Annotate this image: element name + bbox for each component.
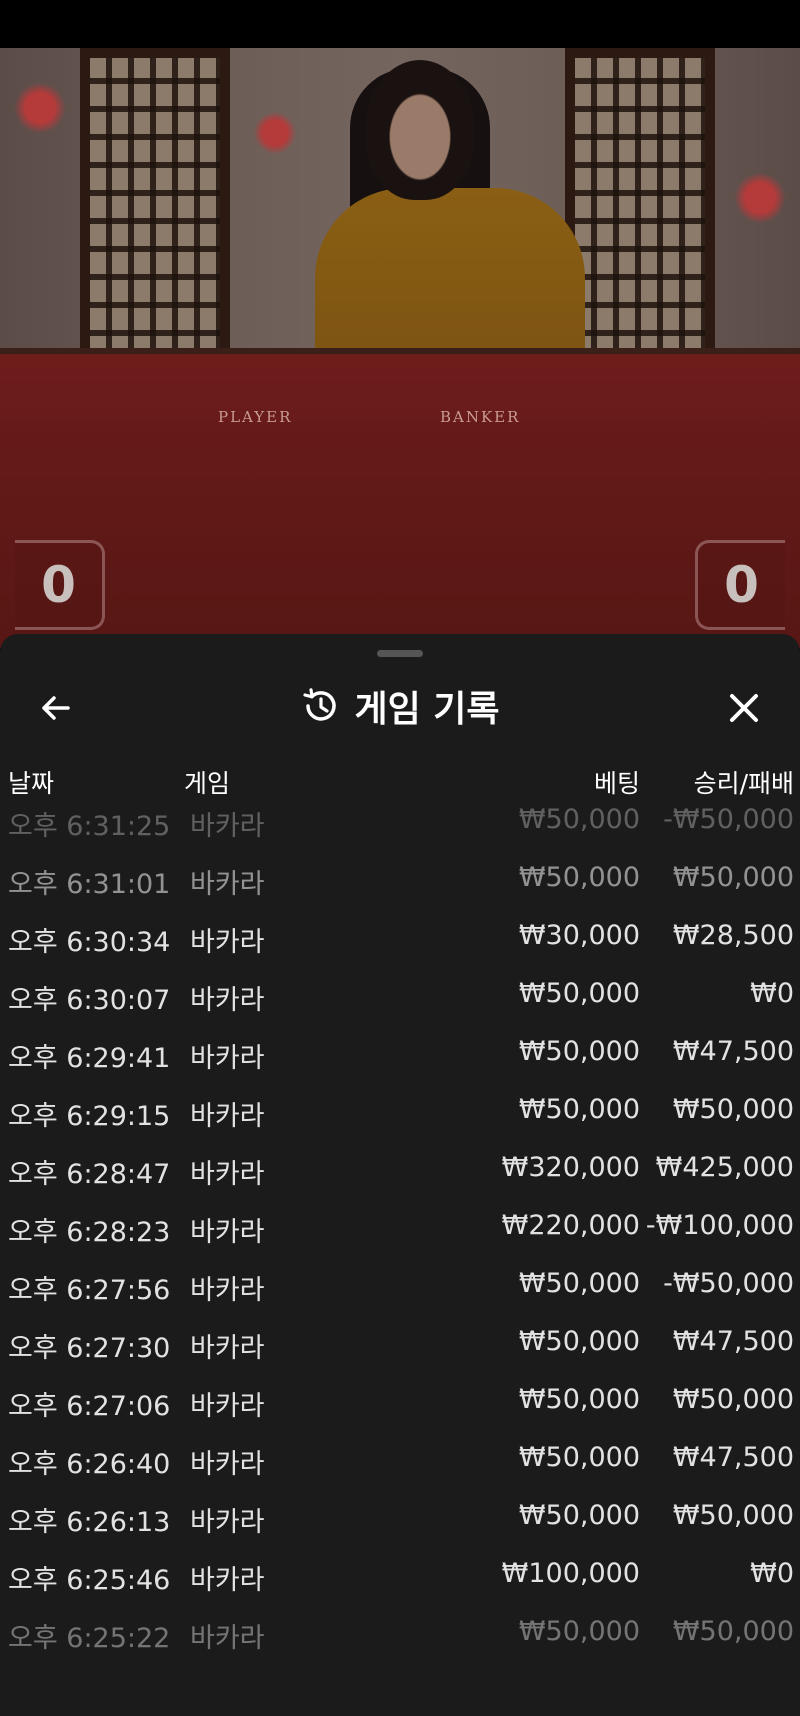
blossom-decoration: [10, 78, 70, 138]
row-bet: ₩50,000: [518, 1500, 640, 1531]
close-icon: [730, 694, 758, 722]
back-button[interactable]: [30, 682, 82, 734]
row-result: ₩0: [750, 1558, 794, 1589]
row-result: ₩425,000: [655, 1152, 794, 1183]
status-bar: [0, 0, 800, 48]
row-bet: ₩50,000: [518, 862, 640, 893]
dealer-head: [365, 60, 475, 200]
table-row[interactable]: 오후 6:29:41 바카라 ₩50,000 ₩47,500: [0, 1024, 800, 1082]
row-result: ₩50,000: [672, 1094, 794, 1125]
row-result: ₩47,500: [672, 1442, 794, 1473]
sheet-drag-handle[interactable]: [377, 650, 423, 657]
row-result: -₩100,000: [645, 1210, 794, 1241]
table-row[interactable]: 오후 6:28:47 바카라 ₩320,000 ₩425,000: [0, 1140, 800, 1198]
table-row[interactable]: 오후 6:27:30 바카라 ₩50,000 ₩47,500: [0, 1314, 800, 1372]
row-game: 바카라: [190, 1391, 265, 1422]
row-game: 바카라: [190, 985, 265, 1016]
row-game: 바카라: [190, 1623, 265, 1654]
row-bet: ₩50,000: [518, 1036, 640, 1067]
row-time: 오후 6:29:15: [8, 1101, 171, 1132]
row-result: ₩47,500: [672, 1036, 794, 1067]
row-game: 바카라: [190, 1275, 265, 1306]
row-game: 바카라: [190, 1507, 265, 1538]
row-bet: ₩50,000: [518, 1094, 640, 1125]
row-time: 오후 6:27:06: [8, 1391, 171, 1422]
row-bet: ₩100,000: [501, 1558, 640, 1589]
row-result: -₩50,000: [663, 804, 794, 835]
sheet-header: 게임 기록: [0, 668, 800, 744]
row-game: 바카라: [190, 1565, 265, 1596]
row-bet: ₩30,000: [518, 920, 640, 951]
table-row[interactable]: 오후 6:25:46 바카라 ₩100,000 ₩0: [0, 1546, 800, 1604]
row-game: 바카라: [190, 1101, 265, 1132]
history-list[interactable]: 오후 6:31:25 바카라 ₩50,000 -₩50,000 오후 6:31:…: [0, 792, 800, 1692]
table-row[interactable]: 오후 6:27:56 바카라 ₩50,000 -₩50,000: [0, 1256, 800, 1314]
game-history-sheet: 게임 기록 날짜 게임 베팅 승리/패배 오후 6:31:25 바카라 ₩50,…: [0, 634, 800, 1716]
row-time: 오후 6:30:07: [8, 985, 171, 1016]
table-row[interactable]: 오후 6:28:23 바카라 ₩220,000 -₩100,000: [0, 1198, 800, 1256]
row-result: -₩50,000: [663, 1268, 794, 1299]
row-time: 오후 6:26:40: [8, 1449, 171, 1480]
arrow-left-icon: [42, 696, 70, 720]
row-bet: ₩50,000: [518, 1268, 640, 1299]
row-bet: ₩50,000: [518, 1384, 640, 1415]
table-row[interactable]: 오후 6:26:13 바카라 ₩50,000 ₩50,000: [0, 1488, 800, 1546]
row-result: ₩0: [750, 978, 794, 1009]
row-result: ₩50,000: [672, 1616, 794, 1647]
blossom-decoration: [730, 168, 790, 228]
row-time: 오후 6:25:22: [8, 1623, 171, 1654]
table-row[interactable]: 오후 6:27:06 바카라 ₩50,000 ₩50,000: [0, 1372, 800, 1430]
row-game: 바카라: [190, 1159, 265, 1190]
row-game: 바카라: [190, 1043, 265, 1074]
row-game: 바카라: [190, 927, 265, 958]
table-row[interactable]: 오후 6:31:01 바카라 ₩50,000 ₩50,000: [0, 850, 800, 908]
blossom-decoration: [250, 108, 300, 158]
table-row[interactable]: 오후 6:26:40 바카라 ₩50,000 ₩47,500: [0, 1430, 800, 1488]
table-row[interactable]: 오후 6:25:22 바카라 ₩50,000 ₩50,000: [0, 1604, 800, 1662]
lattice-screen-left: [80, 48, 230, 368]
table-row[interactable]: 오후 6:30:07 바카라 ₩50,000 ₩0: [0, 966, 800, 1024]
row-bet: ₩50,000: [518, 804, 640, 835]
row-result: ₩47,500: [672, 1326, 794, 1357]
banker-table-label: BANKER: [440, 408, 521, 426]
row-result: ₩50,000: [672, 1384, 794, 1415]
row-game: 바카라: [190, 869, 265, 900]
row-time: 오후 6:30:34: [8, 927, 171, 958]
row-time: 오후 6:31:01: [8, 869, 171, 900]
baccarat-table: [0, 348, 800, 648]
row-game: 바카라: [190, 1333, 265, 1364]
sheet-title: 게임 기록: [354, 689, 500, 730]
row-bet: ₩50,000: [518, 1442, 640, 1473]
row-game: 바카라: [190, 1217, 265, 1248]
row-bet: ₩220,000: [501, 1210, 640, 1241]
row-game: 바카라: [190, 811, 265, 842]
row-result: ₩28,500: [672, 920, 794, 951]
row-time: 오후 6:27:30: [8, 1333, 171, 1364]
live-video-stream[interactable]: PLAYER BANKER 0 0: [0, 48, 800, 648]
player-table-label: PLAYER: [218, 408, 293, 426]
row-time: 오후 6:29:41: [8, 1043, 171, 1074]
row-game: 바카라: [190, 1449, 265, 1480]
row-bet: ₩50,000: [518, 978, 640, 1009]
history-icon: [303, 688, 337, 721]
row-bet: ₩50,000: [518, 1616, 640, 1647]
row-time: 오후 6:28:23: [8, 1217, 171, 1248]
row-bet: ₩320,000: [501, 1152, 640, 1183]
table-row[interactable]: 오후 6:29:15 바카라 ₩50,000 ₩50,000: [0, 1082, 800, 1140]
row-time: 오후 6:28:47: [8, 1159, 171, 1190]
table-row[interactable]: 오후 6:30:34 바카라 ₩30,000 ₩28,500: [0, 908, 800, 966]
row-result: ₩50,000: [672, 862, 794, 893]
lattice-screen-right: [565, 48, 715, 368]
row-time: 오후 6:27:56: [8, 1275, 171, 1306]
table-row[interactable]: 오후 6:31:25 바카라 ₩50,000 -₩50,000: [0, 792, 800, 850]
row-time: 오후 6:26:13: [8, 1507, 171, 1538]
banker-score: 0: [695, 540, 785, 630]
row-time: 오후 6:31:25: [8, 811, 171, 842]
row-result: ₩50,000: [672, 1500, 794, 1531]
player-score: 0: [15, 540, 105, 630]
close-button[interactable]: [718, 682, 770, 734]
row-time: 오후 6:25:46: [8, 1565, 171, 1596]
row-bet: ₩50,000: [518, 1326, 640, 1357]
